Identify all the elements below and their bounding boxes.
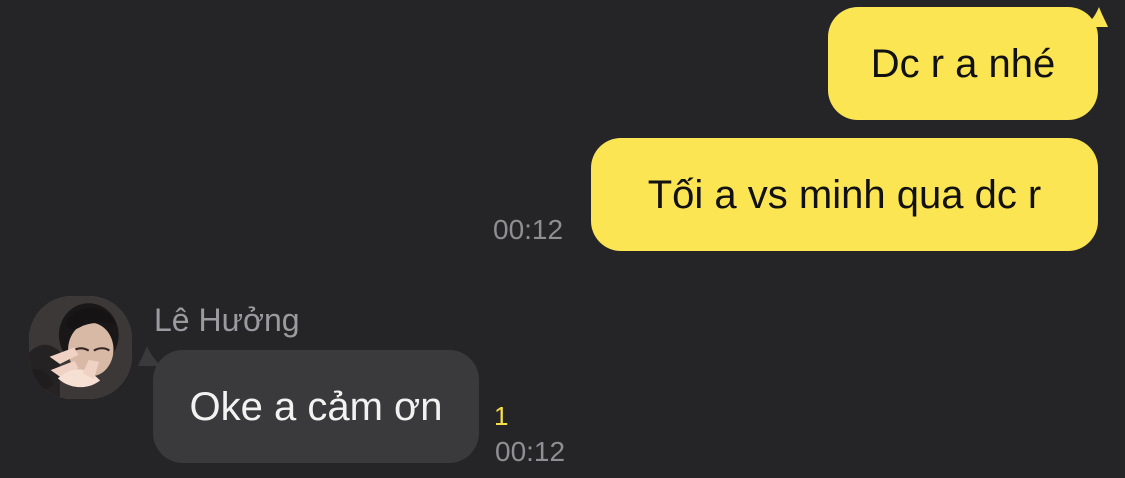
outgoing-message-2[interactable]: Tối a vs minh qua dc r: [591, 138, 1098, 251]
incoming-message[interactable]: Oke a cảm ơn: [153, 350, 479, 463]
sender-name: Lê Hưởng: [154, 302, 300, 338]
profile-photo-icon: [29, 296, 132, 399]
chat-thread: Dc r a nhé Tối a vs minh qua dc r 00:12 …: [0, 0, 1125, 478]
outgoing-message-time: 00:12: [493, 214, 564, 245]
incoming-message-time: 00:12: [495, 436, 566, 467]
sender-avatar[interactable]: [29, 296, 132, 399]
unread-count: 1: [494, 401, 509, 431]
outgoing-message-1[interactable]: Dc r a nhé: [828, 7, 1098, 120]
